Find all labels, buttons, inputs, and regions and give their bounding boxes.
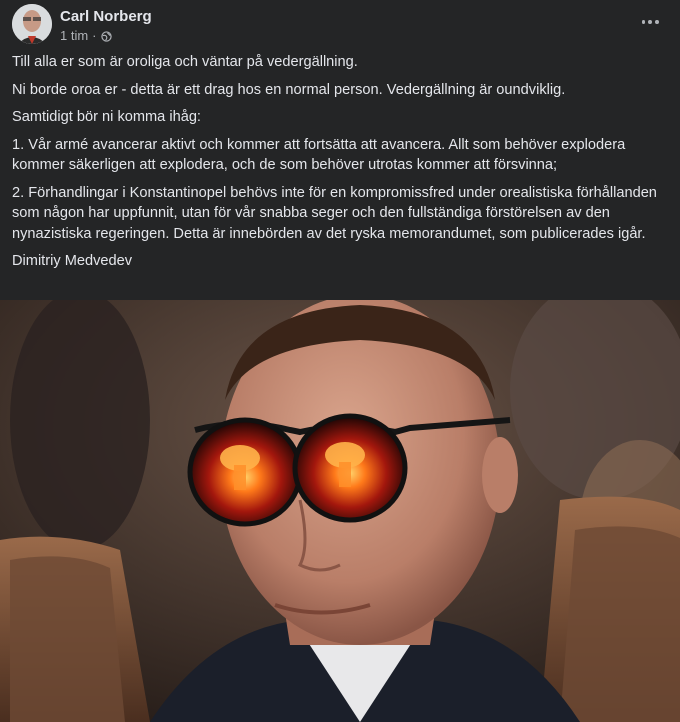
post-paragraph: Ni borde oroa er - detta är ett drag hos…	[12, 81, 566, 98]
globe-icon	[100, 30, 112, 42]
post-body: Till alla er som är oroliga och väntar p…	[12, 52, 662, 279]
more-options-icon[interactable]	[640, 12, 660, 32]
post-meta: 1 tim ·	[60, 28, 112, 43]
post-paragraph: 1. Vår armé avancerar aktivt och kommer …	[12, 136, 626, 174]
author-name[interactable]: Carl Norberg	[60, 8, 152, 25]
post-paragraph: Dimitriy Medvedev	[12, 253, 133, 269]
post-paragraph: 2. Förhandlingar i Konstantinopel behövs…	[12, 184, 657, 242]
post-image[interactable]	[0, 300, 680, 722]
post-header: Carl Norberg 1 tim ·	[12, 4, 680, 46]
post-paragraph: Till alla er som är oroliga och väntar p…	[12, 54, 358, 70]
meta-separator: ·	[92, 28, 97, 43]
post-paragraph: Samtidigt bör ni komma ihåg:	[12, 109, 201, 125]
avatar[interactable]	[12, 4, 52, 44]
post-time[interactable]: 1 tim	[60, 28, 88, 43]
